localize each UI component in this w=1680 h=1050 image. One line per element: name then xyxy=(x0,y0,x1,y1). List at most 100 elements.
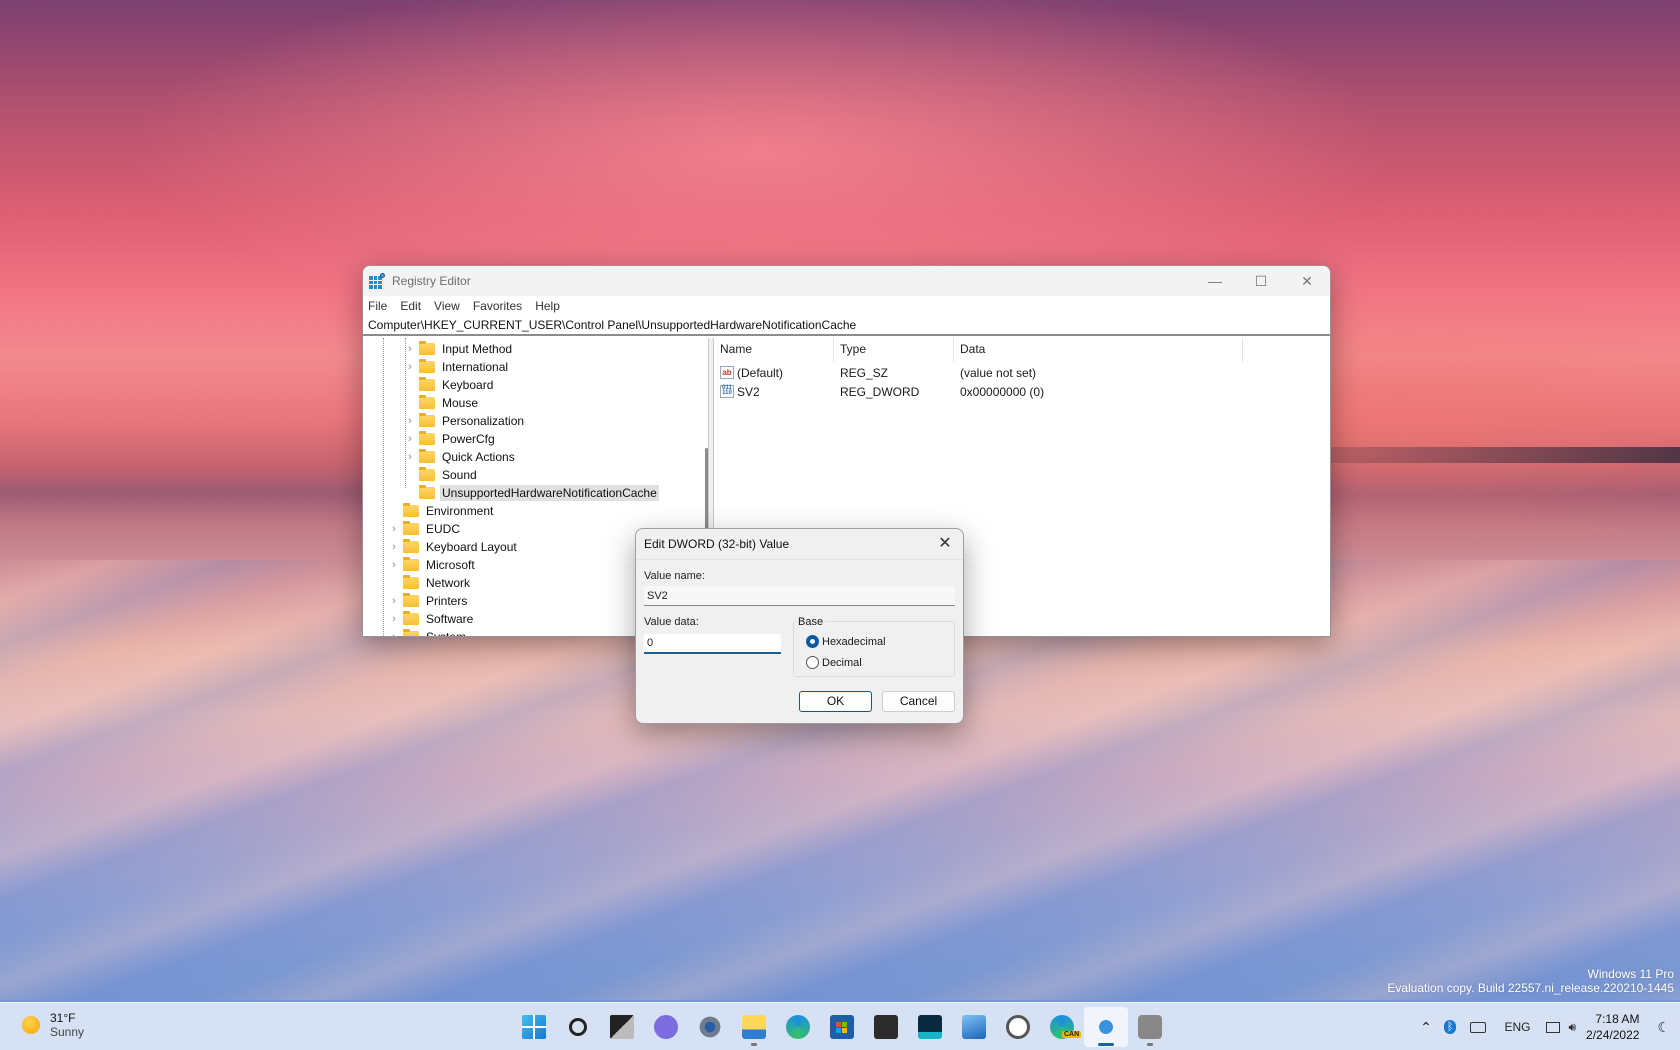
clock[interactable]: 7:18 AM 2/24/2022 xyxy=(1586,1011,1639,1043)
taskbar-clock-button[interactable] xyxy=(996,1007,1040,1047)
window-title: Registry Editor xyxy=(392,274,471,288)
show-hidden-icons-chevron-icon[interactable]: ⌃ xyxy=(1420,1019,1432,1036)
expand-chevron-icon[interactable]: › xyxy=(404,343,416,355)
network-icon[interactable] xyxy=(1546,1021,1561,1033)
value-data: (value not set) xyxy=(960,365,1037,380)
address-bar[interactable]: Computer\HKEY_CURRENT_USER\Control Panel… xyxy=(363,316,1330,336)
taskbar-edge-button[interactable] xyxy=(776,1007,820,1047)
hexadecimal-radio[interactable]: Hexadecimal xyxy=(806,635,886,648)
maximize-button[interactable]: ☐ xyxy=(1238,266,1284,296)
wallpaper-horizon xyxy=(1330,447,1680,463)
chat-icon xyxy=(654,1015,678,1039)
expand-chevron-icon[interactable]: › xyxy=(404,415,416,427)
tree-item[interactable]: Keyboard xyxy=(404,376,495,394)
tree-item-label: Quick Actions xyxy=(442,450,515,464)
menu-favorites[interactable]: Favorites xyxy=(473,299,522,313)
tree-item[interactable]: › Software xyxy=(388,610,475,628)
expand-chevron-icon[interactable]: › xyxy=(404,451,416,463)
tree-item-label: International xyxy=(442,360,509,374)
taskbar-file-explorer-button[interactable] xyxy=(732,1007,776,1047)
taskbar-edge-canary-button[interactable]: CAN xyxy=(1040,1007,1084,1047)
taskbar-terminal-button[interactable] xyxy=(864,1007,908,1047)
taskbar-task-view-button[interactable] xyxy=(600,1007,644,1047)
sun-icon xyxy=(22,1016,40,1034)
tree-item-label: UnsupportedHardwareNotificationCache xyxy=(440,485,659,501)
menu-help[interactable]: Help xyxy=(535,299,560,313)
tree-item[interactable]: › Personalization xyxy=(404,412,526,430)
file-explorer-icon xyxy=(742,1015,766,1039)
expand-chevron-icon[interactable]: › xyxy=(388,541,400,553)
taskbar-start-button[interactable] xyxy=(512,1007,556,1047)
taskbar-settings-button[interactable] xyxy=(688,1007,732,1047)
tree-item[interactable]: UnsupportedHardwareNotificationCache xyxy=(404,484,659,502)
radio-checked-icon xyxy=(806,635,819,648)
value-type: REG_DWORD xyxy=(840,384,920,399)
taskbar-store-button[interactable] xyxy=(820,1007,864,1047)
minimize-button[interactable]: — xyxy=(1192,266,1238,296)
taskbar-dev-home-button[interactable] xyxy=(908,1007,952,1047)
tree-item[interactable]: › EUDC xyxy=(388,520,462,538)
column-header-name[interactable]: Name xyxy=(720,342,752,356)
menu-view[interactable]: View xyxy=(434,299,460,313)
folder-icon xyxy=(403,575,419,589)
menu-edit[interactable]: Edit xyxy=(400,299,421,313)
taskbar-photos-button[interactable] xyxy=(952,1007,996,1047)
weather-widget[interactable]: 31°F Sunny xyxy=(22,1011,84,1039)
binary-value-icon: 011 110 xyxy=(720,385,734,398)
value-name-field[interactable] xyxy=(644,586,955,606)
tree-item[interactable]: Network xyxy=(388,574,472,592)
folder-icon xyxy=(403,557,419,571)
edge-icon xyxy=(786,1015,810,1039)
bluetooth-icon[interactable]: ᛒ xyxy=(1443,1020,1457,1034)
dialog-title: Edit DWORD (32-bit) Value xyxy=(644,537,790,551)
watermark-edition: Windows 11 Pro xyxy=(1587,967,1674,981)
tree-item[interactable]: › Input Method xyxy=(404,340,514,358)
tree-item-label: Mouse xyxy=(442,396,479,410)
expand-chevron-icon[interactable]: › xyxy=(404,361,416,373)
value-data-field[interactable] xyxy=(644,634,781,654)
tree-item[interactable]: Mouse xyxy=(404,394,480,412)
volume-icon[interactable]: 🔊︎ xyxy=(1568,1020,1576,1035)
store-icon xyxy=(830,1015,854,1039)
dialog-divider xyxy=(636,559,963,560)
tree-item[interactable]: Environment xyxy=(388,502,495,520)
list-item[interactable]: 011 110 SV2 REG_DWORD 0x00000000 (0) xyxy=(720,382,1320,401)
tree-item[interactable]: › Keyboard Layout xyxy=(388,538,519,556)
taskbar-camera-button[interactable] xyxy=(1128,1007,1172,1047)
folder-icon xyxy=(419,467,435,481)
folder-icon xyxy=(419,485,435,499)
running-indicator xyxy=(751,1043,757,1046)
dialog-close-button[interactable]: ✕ xyxy=(935,533,955,553)
tree-guide-line xyxy=(383,338,384,636)
expand-chevron-icon[interactable]: › xyxy=(388,595,400,607)
string-value-icon: ab xyxy=(720,366,734,379)
tree-item[interactable]: Sound xyxy=(404,466,479,484)
tree-item[interactable]: › PowerCfg xyxy=(404,430,497,448)
tree-item[interactable]: › Microsoft xyxy=(388,556,477,574)
clock-date: 2/24/2022 xyxy=(1586,1028,1640,1042)
expand-chevron-icon[interactable]: › xyxy=(388,559,400,571)
language-indicator[interactable]: ENG xyxy=(1504,1020,1530,1034)
list-item[interactable]: ab (Default) REG_SZ (value not set) xyxy=(720,363,1320,382)
tree-item[interactable]: › Quick Actions xyxy=(404,448,517,466)
cancel-button[interactable]: Cancel xyxy=(882,691,955,712)
decimal-radio[interactable]: Decimal xyxy=(806,656,862,669)
taskbar-search-button[interactable] xyxy=(556,1007,600,1047)
taskbar-chat-button[interactable] xyxy=(644,1007,688,1047)
expand-chevron-icon[interactable]: › xyxy=(388,631,400,636)
taskbar-registry-editor-button[interactable] xyxy=(1084,1007,1128,1047)
ok-button[interactable]: OK xyxy=(799,691,872,712)
focus-assist-moon-icon[interactable]: ☾ xyxy=(1657,1019,1670,1036)
touch-keyboard-icon[interactable] xyxy=(1470,1021,1487,1033)
column-header-data[interactable]: Data xyxy=(960,342,985,356)
column-header-type[interactable]: Type xyxy=(840,342,866,356)
menu-file[interactable]: File xyxy=(368,299,387,313)
expand-chevron-icon[interactable]: › xyxy=(388,523,400,535)
tree-item[interactable]: › System xyxy=(388,628,468,636)
tree-item[interactable]: › International xyxy=(404,358,510,376)
expand-chevron-icon[interactable]: › xyxy=(388,613,400,625)
close-button[interactable]: ✕ xyxy=(1284,266,1330,296)
title-bar[interactable]: Registry Editor — ☐ ✕ xyxy=(363,266,1330,296)
tree-item[interactable]: › Printers xyxy=(388,592,469,610)
expand-chevron-icon[interactable]: › xyxy=(404,433,416,445)
